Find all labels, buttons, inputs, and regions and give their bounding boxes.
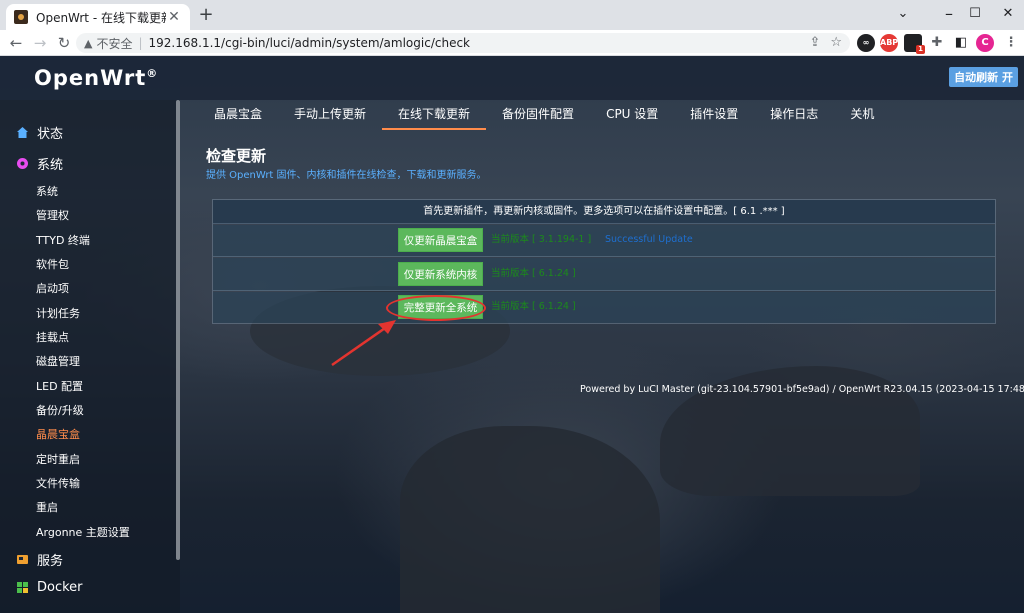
warning-icon: ▲	[84, 36, 93, 50]
adblock-icon[interactable]: ABP	[880, 34, 898, 52]
update-row: 仅更新系统内核 当前版本 [ 6.1.24 ]	[213, 258, 995, 291]
topbar: 自动刷新 开	[180, 56, 1024, 100]
tab-title: OpenWrt - 在线下载更新 - LuCI	[36, 10, 166, 25]
sidebar-sub-backup[interactable]: 备份/升级	[36, 402, 84, 418]
home-icon	[16, 126, 29, 139]
extension-badge-icon[interactable]: 1	[904, 34, 925, 54]
page-tabs: 晶晨宝盒 手动上传更新 在线下载更新 备份固件配置 CPU 设置 插件设置 操作…	[198, 100, 890, 130]
tab-close-icon[interactable]: ✕	[166, 9, 182, 25]
openwrt-favicon-icon	[14, 10, 28, 24]
sidebar-sub-disk[interactable]: 磁盘管理	[36, 353, 80, 369]
sidebar-item-docker[interactable]: Docker	[16, 580, 83, 595]
background-rock	[400, 426, 660, 613]
gear-icon	[16, 157, 29, 170]
page: OpenWrt® 自动刷新 开 状态 系统 系统 管理权 TTYD 终端 软件包…	[0, 56, 1024, 613]
logo-bar: OpenWrt®	[0, 56, 180, 100]
version-text: 当前版本 [ 3.1.194-1 ]	[491, 234, 592, 245]
tab-search-icon[interactable]: ⌄	[880, 0, 926, 30]
page-description: 提供 OpenWrt 固件、内核和插件在线检查，下载和更新服务。	[206, 170, 487, 181]
sidebar-sub-reboot[interactable]: 重启	[36, 499, 58, 515]
sidebar-sub-system[interactable]: 系统	[36, 183, 58, 199]
sidebar-label: 系统	[37, 158, 64, 173]
new-tab-button[interactable]: +	[196, 5, 216, 25]
browser-tab[interactable]: OpenWrt - 在线下载更新 - LuCI ✕	[6, 4, 190, 30]
tab-cpu-settings[interactable]: CPU 设置	[590, 100, 674, 130]
share-icon[interactable]: ⇪	[809, 35, 820, 50]
tab-online-update[interactable]: 在线下载更新	[382, 100, 487, 130]
annotation-circle	[386, 295, 486, 321]
sidebar-item-status[interactable]: 状态	[16, 123, 63, 142]
notice-row: 首先更新插件，再更新内核或固件。更多选项可以在插件设置中配置。[ 6.1 .**…	[213, 200, 995, 224]
sidebar-item-system[interactable]: 系统	[16, 154, 63, 173]
update-row: 仅更新晶晨宝盒 当前版本 [ 3.1.194-1 ] Successful Up…	[213, 225, 995, 257]
update-kernel-button[interactable]: 仅更新系统内核	[398, 262, 483, 286]
docker-icon	[16, 581, 29, 594]
sidebar-scrollbar[interactable]	[176, 100, 180, 560]
sidebar-sub-mounts[interactable]: 挂载点	[36, 329, 69, 345]
back-icon[interactable]: ←	[6, 33, 26, 53]
sidebar-label: 状态	[37, 127, 64, 142]
page-title: 检查更新	[206, 147, 267, 165]
annotation-arrow-icon	[331, 320, 396, 367]
sidebar-sub-packages[interactable]: 软件包	[36, 256, 69, 272]
sidebar-sub-file-transfer[interactable]: 文件传输	[36, 475, 80, 491]
version-text: 当前版本 [ 6.1.24 ]	[491, 268, 576, 279]
extension-badge-count: 1	[916, 45, 925, 54]
reload-icon[interactable]: ↻	[54, 33, 74, 53]
sidebar-sub-admin[interactable]: 管理权	[36, 207, 69, 223]
url-text: 192.168.1.1/cgi-bin/luci/admin/system/am…	[148, 36, 470, 50]
openwrt-logo[interactable]: OpenWrt®	[34, 66, 158, 90]
sidebar-sub-scheduled-reboot[interactable]: 定时重启	[36, 451, 80, 467]
sidebar-sub-cron[interactable]: 计划任务	[36, 305, 80, 321]
menu-icon[interactable]: ⋮	[1002, 34, 1020, 52]
auto-refresh-toggle[interactable]: 自动刷新 开	[949, 67, 1018, 87]
profile-avatar[interactable]: C	[976, 34, 994, 52]
puzzle-icon[interactable]: ✚	[928, 34, 946, 52]
tab-backup-config[interactable]: 备份固件配置	[486, 100, 590, 130]
sidebar-label: 服务	[37, 554, 64, 569]
tab-manual-upload[interactable]: 手动上传更新	[278, 100, 382, 130]
tab-logs[interactable]: 操作日志	[754, 100, 834, 130]
tab-amlogic[interactable]: 晶晨宝盒	[198, 100, 278, 130]
forward-icon[interactable]: →	[30, 33, 50, 53]
logo-text: OpenWrt	[34, 66, 147, 90]
page-footer: Powered by LuCI Master (git-23.104.57901…	[580, 384, 1024, 395]
close-window-button[interactable]: ✕	[992, 0, 1024, 30]
tab-shutdown[interactable]: 关机	[834, 100, 890, 130]
omnibox-separator: |	[138, 36, 143, 50]
update-amlogic-button[interactable]: 仅更新晶晨宝盒	[398, 228, 483, 252]
tab-plugin-settings[interactable]: 插件设置	[674, 100, 754, 130]
bookmark-star-icon[interactable]: ☆	[830, 35, 842, 50]
sidebar-label: Docker	[37, 580, 83, 595]
browser-toolbar: ← → ↻ ▲ 不安全 | 192.168.1.1/cgi-bin/luci/a…	[0, 30, 1024, 56]
sidebar-item-services[interactable]: 服务	[16, 550, 63, 569]
address-bar[interactable]: ▲ 不安全 | 192.168.1.1/cgi-bin/luci/admin/s…	[76, 33, 850, 53]
status-text: Successful Update	[605, 234, 693, 245]
browser-tabstrip: OpenWrt - 在线下载更新 - LuCI ✕ + ⌄ – ☐ ✕	[0, 0, 1024, 30]
extension-infinity-icon[interactable]: ∞	[857, 34, 875, 52]
sidebar-sub-ttyd[interactable]: TTYD 终端	[36, 232, 90, 248]
logo-mark: ®	[146, 67, 159, 80]
sidebar-sub-led[interactable]: LED 配置	[36, 378, 83, 394]
insecure-label: 不安全	[96, 36, 133, 51]
version-text: 当前版本 [ 6.1.24 ]	[491, 301, 576, 312]
sidebar-sub-argonne[interactable]: Argonne 主题设置	[36, 524, 130, 540]
update-panel: 首先更新插件，再更新内核或固件。更多选项可以在插件设置中配置。[ 6.1 .**…	[212, 199, 996, 324]
sidebar-sub-amlogic[interactable]: 晶晨宝盒	[36, 426, 80, 442]
sidebar-sub-startup[interactable]: 启动项	[36, 280, 69, 296]
sidepanel-icon[interactable]: ◧	[952, 34, 970, 52]
services-icon	[16, 553, 29, 566]
